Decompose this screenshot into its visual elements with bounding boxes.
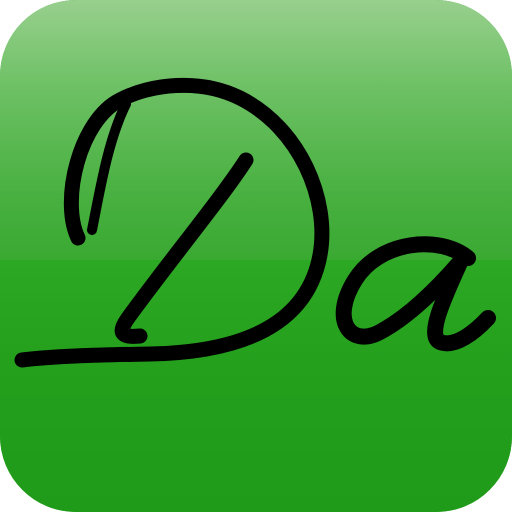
da-monogram-logo	[14, 77, 496, 368]
letter-d-stroke	[14, 77, 330, 368]
letter-d-stem	[114, 152, 254, 344]
app-icon[interactable]: Da	[0, 0, 512, 512]
